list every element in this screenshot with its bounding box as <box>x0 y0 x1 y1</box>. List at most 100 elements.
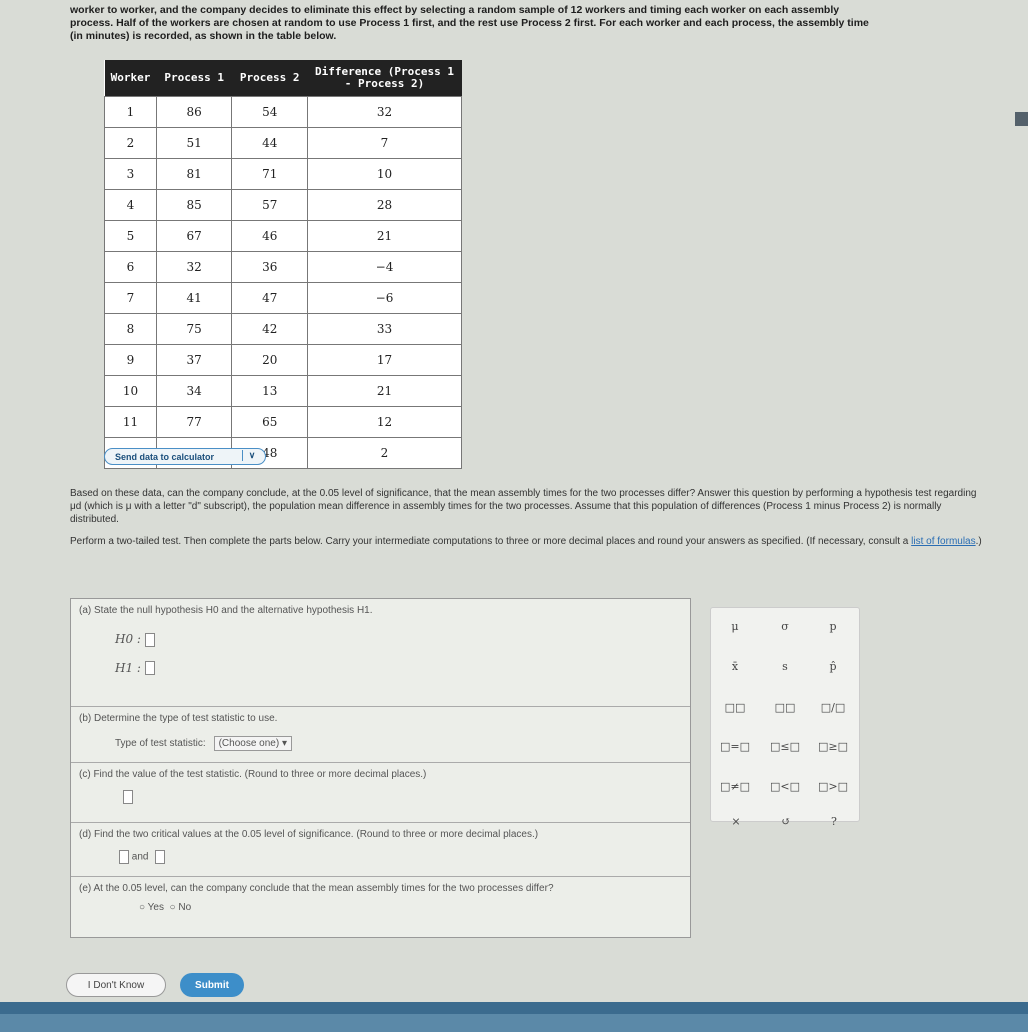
send-data-label: Send data to calculator <box>115 451 215 462</box>
chevron-down-icon: ∨ <box>242 450 261 461</box>
greater-equal-button[interactable]: □≥□ <box>813 740 853 753</box>
mu-button[interactable]: μ <box>715 620 755 633</box>
h0-input[interactable] <box>144 632 155 647</box>
taskbar <box>0 1002 1028 1032</box>
less-than-button[interactable]: □<□ <box>765 780 805 793</box>
process-1-cell: 67 <box>155 220 233 252</box>
submit-button[interactable]: Submit <box>180 973 244 997</box>
process-1-cell: 41 <box>155 282 233 314</box>
process-1-cell: 81 <box>155 158 233 190</box>
part-d-prompt: (d) Find the two critical values at the … <box>79 829 539 840</box>
difference-cell: 21 <box>307 375 462 407</box>
process-1-cell: 77 <box>155 406 233 438</box>
table-row: 6 32 36 −4 <box>104 251 462 283</box>
intro-text: worker to worker, and the company decide… <box>70 4 990 43</box>
table-row: 2 51 44 7 <box>104 127 462 159</box>
difference-cell: 12 <box>307 406 462 438</box>
worker-cell: 4 <box>104 189 157 221</box>
no-radio[interactable]: ○ No <box>170 902 192 913</box>
question-paragraph-1: Based on these data, can the company con… <box>70 488 977 525</box>
table-row: 7 41 47 −6 <box>104 282 462 314</box>
intro-line-2: process. Half of the workers are chosen … <box>70 17 869 29</box>
table-row: 4 85 57 28 <box>104 189 462 221</box>
part-c: (c) Find the value of the test statistic… <box>71 763 690 823</box>
table-row: 8 75 42 33 <box>104 313 462 345</box>
table-row: 5 67 46 21 <box>104 220 462 252</box>
table-row: 1 86 54 32 <box>104 96 462 128</box>
p-button[interactable]: p <box>813 620 853 633</box>
equals-button[interactable]: □=□ <box>715 740 755 753</box>
worker-cell: 7 <box>104 282 157 314</box>
dont-know-button[interactable]: I Don't Know <box>66 973 166 997</box>
help-icon[interactable]: ? <box>814 815 854 828</box>
question-paragraph-2: Perform a two-tailed test. Then complete… <box>70 536 982 547</box>
undo-icon[interactable]: ↺ <box>766 815 806 828</box>
answer-panel: (a) State the null hypothesis H0 and the… <box>70 598 691 938</box>
process-2-cell: 57 <box>231 189 308 221</box>
critical-value-1-input[interactable] <box>119 850 129 864</box>
process-2-cell: 36 <box>231 251 308 283</box>
s-button[interactable]: s <box>765 660 805 673</box>
header-process-1: Process 1 <box>156 60 232 97</box>
not-equal-button[interactable]: □≠□ <box>715 780 755 793</box>
worker-cell: 6 <box>104 251 157 283</box>
process-1-cell: 75 <box>155 313 233 345</box>
side-tab[interactable] <box>1015 112 1028 126</box>
header-process-2: Process 2 <box>231 60 308 97</box>
h1-input[interactable] <box>144 661 155 675</box>
sigma-button[interactable]: σ <box>765 620 805 633</box>
worker-cell: 5 <box>104 220 157 252</box>
and-label: and <box>131 851 149 863</box>
process-2-cell: 54 <box>231 96 308 128</box>
test-statistic-label: Type of test statistic: <box>115 738 206 749</box>
fraction-button[interactable]: □/□ <box>813 701 853 714</box>
intro-line-3: (in minutes) is recorded, as shown in th… <box>70 30 337 42</box>
difference-cell: 33 <box>307 313 462 345</box>
part-a-prompt: (a) State the null hypothesis H0 and the… <box>79 605 373 616</box>
worker-cell: 9 <box>104 344 157 376</box>
process-2-cell: 71 <box>231 158 308 190</box>
part-b-prompt: (b) Determine the type of test statistic… <box>79 713 278 724</box>
p-hat-button[interactable]: p̂ <box>813 660 853 673</box>
test-statistic-input[interactable] <box>123 790 133 804</box>
table-header-row: Worker Process 1 Process 2 Difference (P… <box>104 60 462 97</box>
process-1-cell: 86 <box>155 96 233 128</box>
table-row: 9 37 20 17 <box>104 344 462 376</box>
critical-value-2-input[interactable] <box>155 850 166 864</box>
difference-cell: 32 <box>307 96 462 128</box>
process-1-cell: 32 <box>155 251 233 283</box>
table-row: 3 81 71 10 <box>104 158 462 190</box>
process-2-cell: 42 <box>231 313 308 345</box>
greater-than-button[interactable]: □>□ <box>813 780 853 793</box>
process-1-cell: 37 <box>155 344 233 376</box>
yes-radio[interactable]: ○ Yes <box>139 902 164 913</box>
formulas-link[interactable]: list of formulas <box>911 536 975 547</box>
x-bar-button[interactable]: x̄ <box>715 660 755 673</box>
process-1-cell: 51 <box>155 127 233 159</box>
process-2-cell: 13 <box>231 375 308 407</box>
superscript-button[interactable]: □□ <box>715 701 755 714</box>
part-b: (b) Determine the type of test statistic… <box>71 707 690 763</box>
process-1-cell: 85 <box>155 189 233 221</box>
math-palette: μ σ p x̄ s p̂ □□ □□ □/□ □=□ □≤□ □≥□ □≠□ … <box>710 607 860 822</box>
less-equal-button[interactable]: □≤□ <box>765 740 805 753</box>
worker-cell: 10 <box>104 375 157 407</box>
subscript-button[interactable]: □□ <box>765 701 805 714</box>
data-table: Worker Process 1 Process 2 Difference (P… <box>104 60 462 469</box>
intro-line-1: worker to worker, and the company decide… <box>70 4 840 16</box>
worker-cell: 1 <box>104 96 157 128</box>
part-a: (a) State the null hypothesis H0 and the… <box>71 599 690 707</box>
worker-cell: 3 <box>104 158 157 190</box>
difference-cell: 10 <box>307 158 462 190</box>
table-row: 11 77 65 12 <box>104 406 462 438</box>
difference-cell: 28 <box>307 189 462 221</box>
process-2-cell: 47 <box>231 282 308 314</box>
process-1-cell: 34 <box>155 375 233 407</box>
header-difference: Difference (Process 1 - Process 2) <box>307 60 462 97</box>
test-statistic-select[interactable]: (Choose one) ▾ <box>213 736 292 751</box>
h1-row: H1 : <box>115 661 682 675</box>
h0-row: H0 : <box>115 632 682 647</box>
worker-cell: 2 <box>104 127 157 159</box>
send-data-button[interactable]: Send data to calculator ∨ <box>104 448 266 465</box>
clear-icon[interactable]: × <box>716 815 756 828</box>
